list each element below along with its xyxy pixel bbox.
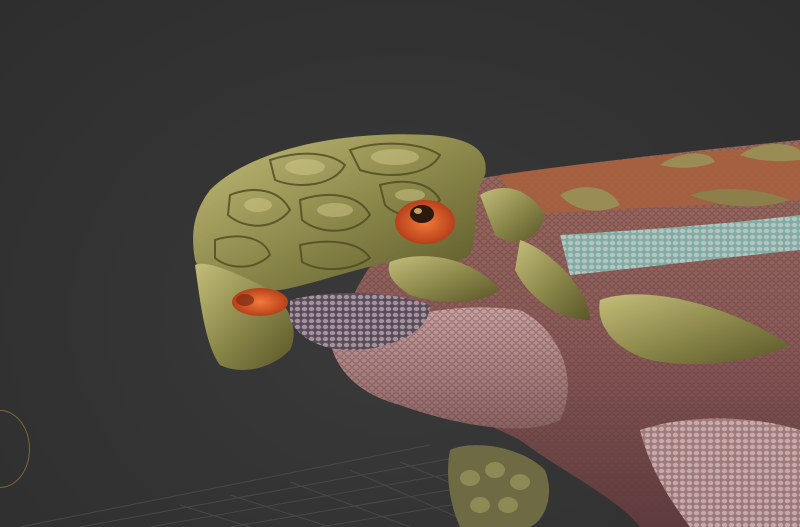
3d-viewport[interactable] bbox=[0, 0, 800, 527]
dinosaur-model[interactable] bbox=[0, 0, 800, 527]
foreleg bbox=[448, 445, 550, 527]
